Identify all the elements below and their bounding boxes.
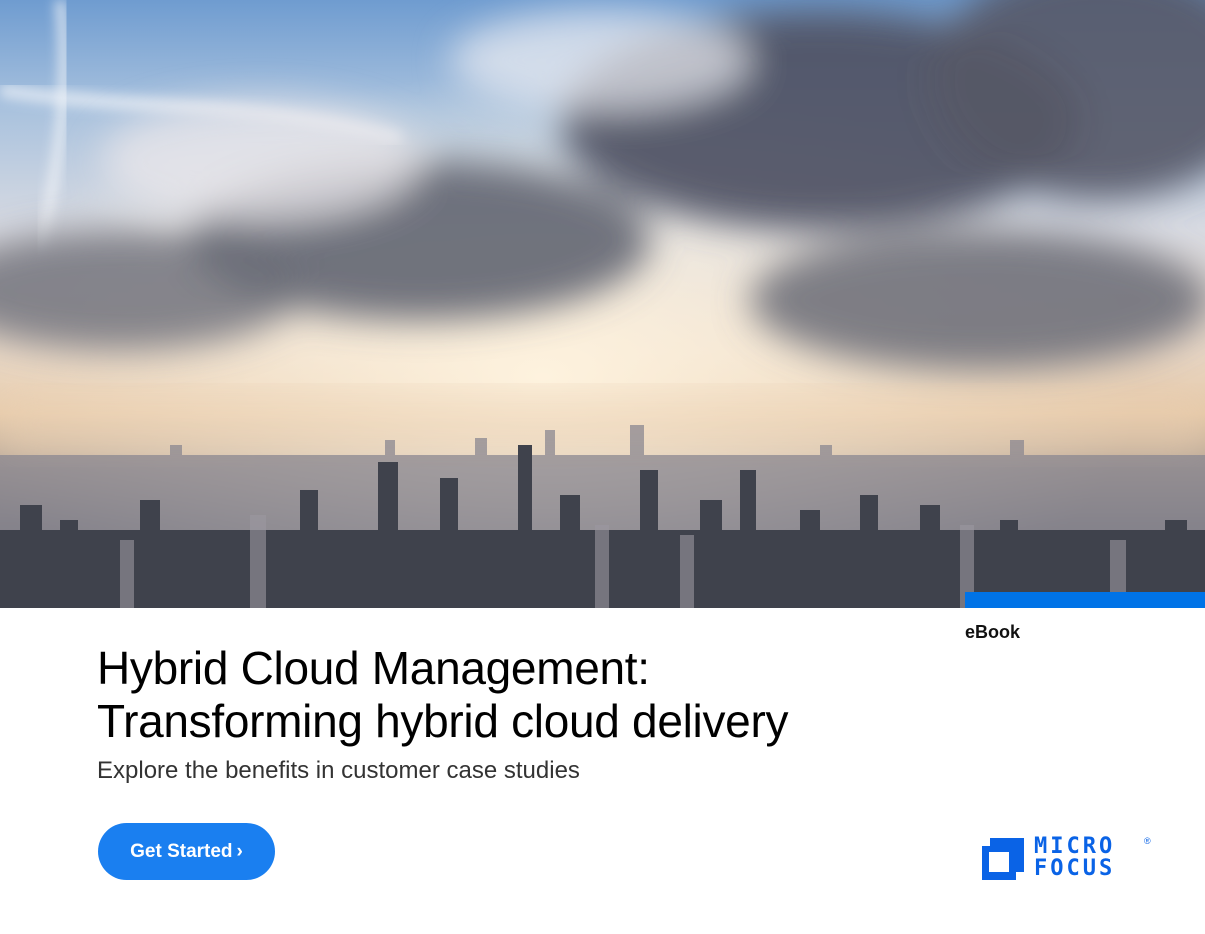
logo-word-micro: MICRO [1034, 834, 1116, 859]
accent-bar [965, 592, 1205, 608]
page-title: Hybrid Cloud Management: Transforming hy… [97, 642, 957, 748]
cityscape-illustration [0, 0, 1205, 608]
page-subtitle: Explore the benefits in customer case st… [97, 757, 580, 784]
chevron-right-icon: › [236, 840, 243, 862]
logo-mark-icon [982, 838, 1024, 880]
title-line-2: Transforming hybrid cloud delivery [97, 695, 789, 747]
content-type-label: eBook [965, 622, 1021, 642]
get-started-label: Get Started [130, 840, 233, 862]
registered-mark: ® [1144, 836, 1151, 846]
logo-word-focus: FOCUS [1034, 856, 1116, 881]
get-started-button[interactable]: Get Started › [98, 823, 275, 880]
hero-cityscape-image [0, 0, 1205, 608]
title-line-1: Hybrid Cloud Management: [97, 642, 650, 694]
micro-focus-logo: MICRO FOCUS ® [982, 836, 1157, 886]
